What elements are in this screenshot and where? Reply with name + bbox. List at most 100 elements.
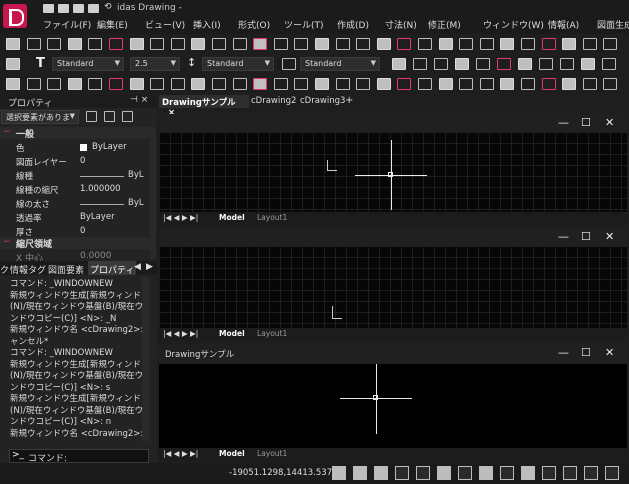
menu-item[interactable]: 形式(O) [238,18,270,31]
dim-style-icon[interactable] [560,58,574,70]
layer-icon[interactable] [109,78,123,90]
minimize-button[interactable]: — [558,116,569,129]
offset-icon[interactable] [397,78,412,90]
tab-properties[interactable]: プロパティ [88,261,137,276]
snap-toggle-icon[interactable] [332,466,346,480]
line-icon[interactable] [6,38,20,50]
section-view[interactable]: − 縮尺領域 [0,237,150,250]
text-icon[interactable] [562,38,577,50]
properties-scrollbar[interactable] [150,127,156,259]
tab-layout1[interactable]: Layout1 [257,449,287,458]
dim-style-select[interactable]: Standard ▼ [202,57,274,71]
dim-style-icon[interactable] [434,58,448,70]
format-icon[interactable] [539,58,553,70]
insert-icon[interactable] [273,78,288,90]
command-input[interactable]: >_ コマンド: [9,449,149,464]
hatch-icon[interactable] [521,38,535,50]
selection-toggle-icon[interactable] [521,466,535,480]
match-icon[interactable] [129,78,144,90]
insert-icon[interactable] [67,78,82,90]
maximize-button[interactable]: ☐ [581,116,591,129]
menu-item[interactable]: ウィンドウ(W) [483,18,544,31]
close-button[interactable]: ✕ [605,230,614,243]
xref-icon[interactable] [88,78,103,90]
osnap-toggle-icon[interactable] [416,466,430,480]
selection-select[interactable]: 選択要素がありま ▼ [1,110,79,124]
erase-icon[interactable] [150,78,165,90]
match-icon[interactable] [335,78,350,90]
tab-drawing-sample[interactable]: Drawingサンプル × [159,95,249,118]
menu-item[interactable]: 作成(D) [337,18,369,31]
mleader-icon[interactable] [282,58,296,70]
menu-item[interactable]: 挿入(I) [193,18,221,31]
close-button[interactable]: ✕ [605,116,614,129]
minimize-button[interactable]: — [558,230,569,243]
style-icon[interactable] [518,58,532,70]
circle-icon[interactable] [273,38,288,50]
new-file-icon[interactable] [43,4,54,13]
fullscreen-toggle-icon[interactable] [605,466,619,480]
polyline-icon[interactable] [438,38,453,50]
line-icon[interactable] [418,38,432,50]
minimize-button[interactable]: — [558,346,569,359]
tab-partial[interactable]: ク [0,263,9,276]
offset-icon[interactable] [191,78,206,90]
tab-prev-icon[interactable]: ◀ [134,262,141,272]
table-style-icon[interactable] [581,58,595,70]
section-general[interactable]: − 一般 [0,127,150,140]
mleader-style-select[interactable]: Standard ▼ [300,57,380,71]
menu-item[interactable]: 情報(A) [548,18,579,31]
hatch-icon[interactable] [109,38,123,50]
tab-elements[interactable]: 図面要素 [48,263,84,276]
arc-icon[interactable] [47,38,62,50]
block-icon[interactable] [129,38,144,50]
tab-cdrawing2[interactable]: cDrawing2 [251,96,296,106]
offset-icon[interactable] [603,78,618,90]
menu-item[interactable]: ツール(T) [284,18,324,31]
history-scrollbar[interactable] [142,277,149,441]
text-style-select[interactable]: Standard ▼ [52,57,124,71]
arc-icon[interactable] [253,38,268,50]
hatch-icon[interactable] [315,38,329,50]
pickadd-icon[interactable] [122,111,133,122]
copy-icon[interactable] [191,38,206,50]
maximize-button[interactable]: ☐ [581,346,591,359]
trim-icon[interactable] [582,78,597,90]
app-logo-icon[interactable] [3,4,27,28]
lineweight-toggle-icon[interactable] [458,466,472,480]
move-icon[interactable] [376,38,391,50]
tab-model[interactable]: Model [219,449,245,458]
polyline-icon[interactable] [232,38,247,50]
rectangle-icon[interactable] [500,38,515,50]
property-row[interactable]: 図面レイヤー 0 [0,155,150,169]
format-icon[interactable] [413,58,427,70]
table-icon[interactable] [47,78,62,90]
menu-item[interactable]: 編集(E) [97,18,128,31]
property-row[interactable]: 色 ByLayer [0,141,150,155]
leader-icon[interactable] [26,78,41,90]
first-tab-icon[interactable]: |◀ ◀ ▶ ▶| [163,329,198,338]
text-height-select[interactable]: 2.5 ▼ [130,57,180,71]
property-row[interactable]: 線種の縮尺 1.000000 [0,183,150,197]
dim-style-icon[interactable]: ↕ [187,56,196,69]
dimension-icon[interactable] [212,78,226,90]
table-icon[interactable] [253,78,268,90]
layer-icon[interactable] [521,78,535,90]
drawing-canvas[interactable] [159,364,627,448]
tab-layout1[interactable]: Layout1 [257,329,287,338]
plot-icon[interactable] [497,58,511,70]
rectangle-icon[interactable] [294,38,309,50]
transparency-toggle-icon[interactable] [500,466,514,480]
tab-next-icon[interactable]: ▶ [146,262,153,272]
text-style-icon[interactable]: T [36,56,45,71]
copy-icon[interactable] [397,38,412,50]
undo-icon[interactable]: ⟲ [104,2,112,12]
xref-icon[interactable] [294,78,309,90]
xref-icon[interactable] [500,78,515,90]
layer-icon[interactable] [315,78,329,90]
rectangle-icon[interactable] [88,38,103,50]
polar-toggle-icon[interactable] [395,466,409,480]
polyline-icon[interactable] [26,38,41,50]
tab-model[interactable]: Model [219,329,245,338]
multiline-icon[interactable] [476,58,490,70]
